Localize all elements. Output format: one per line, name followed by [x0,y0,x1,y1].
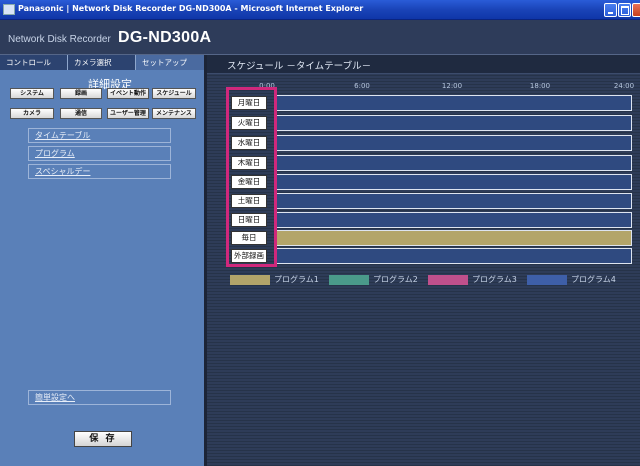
timeline-row-wednesday[interactable] [275,135,632,151]
tab-camera-select[interactable]: カメラ選択 [68,55,136,70]
time-label: 6:00 [354,82,370,90]
tab-setup[interactable]: セットアップ [136,55,207,70]
timeline-row-saturday[interactable] [275,193,632,209]
close-button[interactable] [632,3,640,17]
schedule-header: スケジュール －タイムテーブル－ [207,55,640,74]
time-label: 18:00 [529,82,551,90]
maintenance-button[interactable]: メンテナンス [152,108,196,119]
camera-button[interactable]: カメラ [10,108,54,119]
recording-button[interactable]: 録画 [60,88,102,99]
timeline-row-daily[interactable] [275,230,632,246]
legend-swatch-program1 [230,275,270,285]
setup-sidebar: コントロール カメラ選択 セットアップ 詳細設定 システム 録画 イベント動作 … [0,55,207,466]
quick-setup-link[interactable]: 簡単設定へ [28,390,171,405]
communication-button[interactable]: 通信 [60,108,102,119]
legend-label: プログラム3 [472,275,517,284]
timetable-link[interactable]: タイムテーブル [28,128,171,143]
day-column-highlight [226,87,277,267]
tab-control[interactable]: コントロール [0,55,68,70]
main-tabs: コントロール カメラ選択 セットアップ [0,55,207,70]
time-label: 12:00 [441,82,463,90]
timeline-row-monday[interactable] [275,95,632,111]
legend-label: プログラム2 [373,275,418,284]
page-title: スケジュール －タイムテーブル－ [227,61,372,72]
save-button[interactable]: 保 存 [74,431,132,447]
window-title-bar[interactable]: Panasonic | Network Disk Recorder DG-ND3… [0,0,640,20]
timeline-row-friday[interactable] [275,174,632,190]
legend-swatch-program4 [527,275,567,285]
timeline-row-thursday[interactable] [275,155,632,171]
window-title: Panasonic | Network Disk Recorder DG-ND3… [18,4,364,13]
timeline-row-external[interactable] [275,248,632,264]
schedule-button[interactable]: スケジュール [152,88,196,99]
ie-app-icon [3,4,15,15]
event-action-button[interactable]: イベント動作 [107,88,149,99]
brand-subtitle: Network Disk Recorder [8,34,111,45]
minimize-button[interactable] [604,3,617,17]
maximize-button[interactable] [618,3,631,17]
brand-model: DG-ND300A [118,29,212,46]
time-label: 24:00 [613,82,635,90]
user-management-button[interactable]: ユーザー管理 [107,108,149,119]
legend-label: プログラム1 [274,275,319,284]
system-button[interactable]: システム [10,88,54,99]
timeline-row-tuesday[interactable] [275,115,632,131]
legend-swatch-program2 [329,275,369,285]
brand-header: Network Disk Recorder DG-ND300A [0,20,640,55]
legend-label: プログラム4 [571,275,616,284]
legend-swatch-program3 [428,275,468,285]
special-day-link[interactable]: スペシャルデー [28,164,171,179]
timeline-row-sunday[interactable] [275,212,632,228]
program-link[interactable]: プログラム [28,146,171,161]
